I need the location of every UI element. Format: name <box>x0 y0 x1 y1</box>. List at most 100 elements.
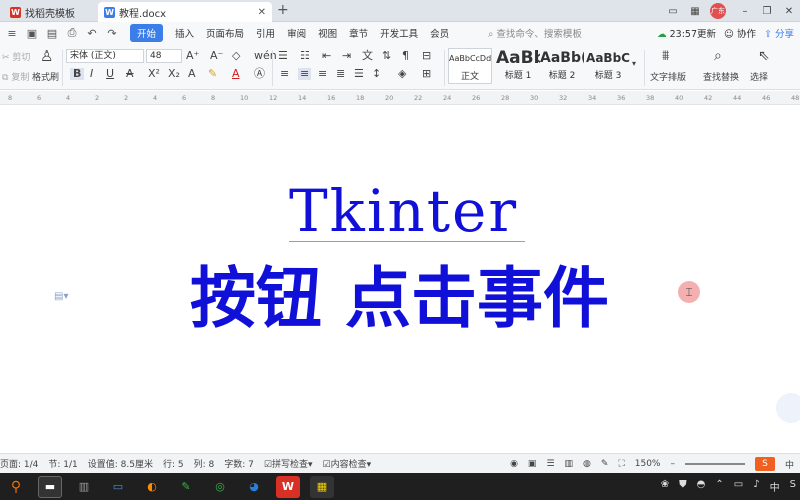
subscript-icon[interactable]: X₂ <box>168 68 180 80</box>
char-border-icon[interactable]: Ⓐ <box>254 68 265 80</box>
close-window-icon[interactable]: ✕ <box>778 0 800 22</box>
style-heading-1[interactable]: AaBb 标题 1 <box>496 48 540 81</box>
reading-view-icon[interactable]: ▥ <box>565 459 574 469</box>
text-editor-icon[interactable]: ✎ <box>174 476 198 498</box>
save-icon[interactable]: ▣ <box>24 26 40 40</box>
zoom-slider[interactable] <box>684 463 745 465</box>
tab-insert[interactable]: 插入 <box>175 26 194 40</box>
firefox-icon[interactable]: ◐ <box>140 476 164 498</box>
tab-home[interactable]: 开始 <box>130 24 164 42</box>
tab-review[interactable]: 审阅 <box>287 26 306 40</box>
tray-shield-icon[interactable]: ⛊ <box>679 479 687 494</box>
style-heading-2[interactable]: AaBb( 标题 2 <box>540 48 584 81</box>
sogou-ime-icon[interactable]: S <box>754 457 775 471</box>
align-center-icon[interactable]: ≡ <box>298 68 312 80</box>
print-preview-icon[interactable]: ▤ <box>44 26 60 40</box>
monitor-icon[interactable]: ▭ <box>106 476 130 498</box>
style-heading-3[interactable]: AaBbC 标题 3 <box>586 48 630 81</box>
cut-button[interactable]: ✂ 剪切 <box>2 50 30 63</box>
decrease-indent-icon[interactable]: ⇤ <box>322 50 331 62</box>
floating-assistant-button[interactable] <box>776 393 800 423</box>
tray-wps-icon[interactable]: ◓ <box>697 479 706 494</box>
magnifier-icon[interactable]: ⌕ <box>714 49 722 63</box>
fit-page-icon[interactable]: ⛶ <box>618 459 624 469</box>
wps-taskbar-icon[interactable]: W <box>276 475 300 498</box>
zoom-out-icon[interactable]: – <box>670 459 675 469</box>
chinese-layout-icon[interactable]: 文 <box>362 50 373 62</box>
search-input[interactable]: 查找命令、搜索模板 <box>496 29 582 40</box>
minimize-icon[interactable]: – <box>734 0 756 22</box>
redo-icon[interactable]: ↷ <box>104 26 120 40</box>
cloud-sync-status[interactable]: ☁ 23:57更新 <box>657 26 716 40</box>
tab-stops-icon[interactable]: ⊟ <box>422 50 431 62</box>
file-explorer-icon[interactable]: ▥ <box>72 476 96 498</box>
outline-view-icon[interactable]: ☰ <box>546 459 554 469</box>
horizontal-ruler[interactable]: 8 6 4 2 2 4 6 8 10 12 14 16 18 20 22 24 26 28 30 32 34 36 38 40… <box>0 91 800 105</box>
select-label[interactable]: 选择 <box>750 70 768 83</box>
font-size-select[interactable]: 48 <box>146 49 182 63</box>
restore-icon[interactable]: ❐ <box>756 0 778 22</box>
styles-more-icon[interactable]: ▾ <box>632 58 636 70</box>
content-check-button[interactable]: ☑内容检查▾ <box>323 457 372 470</box>
font-name-select[interactable]: 宋体 (正文) <box>66 49 144 63</box>
command-search[interactable]: ⌕ 查找命令、搜索模板 <box>488 26 582 40</box>
line-spacing-icon[interactable]: ↕ <box>372 68 381 80</box>
underline-icon[interactable]: U <box>106 68 114 80</box>
shading-icon[interactable]: ◈ <box>398 68 406 80</box>
tray-chevron-icon[interactable]: ⌃ <box>715 479 723 494</box>
show-marks-icon[interactable]: ¶ <box>402 50 409 62</box>
shrink-font-icon[interactable]: A⁻ <box>210 50 223 62</box>
text-effect-icon[interactable]: A <box>188 68 196 80</box>
eye-protection-icon[interactable]: ◉ <box>510 459 518 469</box>
pinyin-icon[interactable]: wén <box>254 50 277 62</box>
web-view-icon[interactable]: ◍ <box>583 459 591 469</box>
new-tab-button[interactable]: + <box>277 2 289 18</box>
collab-button[interactable]: ☺ 协作 <box>724 26 756 40</box>
format-painter-label[interactable]: 格式刷 <box>32 70 59 83</box>
numbered-list-icon[interactable]: ☷ <box>300 50 310 62</box>
close-tab-icon[interactable]: ✕ <box>258 7 266 18</box>
search-icon[interactable]: ⚲ <box>4 476 28 498</box>
spell-check-button[interactable]: ☑拼写检查▾ <box>264 457 313 470</box>
highlight-icon[interactable]: ✎ <box>208 68 217 80</box>
tab-references[interactable]: 引用 <box>256 26 275 40</box>
zoom-level[interactable]: 150% <box>635 459 661 469</box>
page-view-icon[interactable]: ▣ <box>528 459 537 469</box>
tab-chapter[interactable]: 章节 <box>349 26 368 40</box>
title-line-2[interactable]: 按钮 点击事件 <box>190 263 630 335</box>
grid-icon[interactable]: ▦ <box>684 0 706 22</box>
sogou-browser-icon[interactable]: ◕ <box>242 476 266 498</box>
clear-format-icon[interactable]: ◇ <box>232 50 240 62</box>
browser-360-icon[interactable]: ◎ <box>208 476 232 498</box>
status-page[interactable]: 页面: 1/4 <box>0 457 38 470</box>
select-arrow-icon[interactable]: ⇖ <box>758 49 770 63</box>
tray-sogou-icon[interactable]: S <box>790 479 796 494</box>
avatar[interactable]: 广东 <box>710 3 726 19</box>
edit-view-icon[interactable]: ✎ <box>601 459 609 469</box>
print-icon[interactable]: ⎙ <box>64 26 80 40</box>
bullet-list-icon[interactable]: ☰ <box>278 50 288 62</box>
grow-font-icon[interactable]: A⁺ <box>186 50 199 62</box>
font-color-icon[interactable]: A <box>232 68 240 80</box>
bold-icon[interactable]: B <box>70 68 85 80</box>
text-layout-label[interactable]: 文字排版 <box>650 70 686 83</box>
tab-developer[interactable]: 开发工具 <box>380 26 418 40</box>
tray-ime-mode[interactable]: 中 <box>770 479 780 494</box>
undo-icon[interactable]: ↶ <box>84 26 100 40</box>
format-painter-icon[interactable]: ♙ <box>40 49 53 64</box>
share-button[interactable]: ⇪ 分享 <box>764 26 794 40</box>
borders-icon[interactable]: ⊞ <box>422 68 431 80</box>
justify-icon[interactable]: ≣ <box>336 68 345 80</box>
tab-template[interactable]: W 找稻壳模板 <box>4 2 96 22</box>
status-words[interactable]: 字数: 7 <box>224 457 254 470</box>
text-layout-icon[interactable]: ⩩ <box>662 49 669 63</box>
title-line-1[interactable]: Tkinter <box>289 179 525 243</box>
increase-indent-icon[interactable]: ⇥ <box>342 50 351 62</box>
align-right-icon[interactable]: ≡ <box>318 68 327 80</box>
tab-document[interactable]: W 教程.docx ✕ <box>98 2 272 22</box>
layout-toggle-icon[interactable]: ▭ <box>662 0 684 22</box>
style-normal[interactable]: AaBbCcDd 正文 <box>448 48 492 84</box>
main-menu-icon[interactable]: ≡ <box>4 26 20 40</box>
tray-flower-icon[interactable]: ❀ <box>661 479 669 494</box>
terminal-icon[interactable]: ▬ <box>38 475 62 498</box>
